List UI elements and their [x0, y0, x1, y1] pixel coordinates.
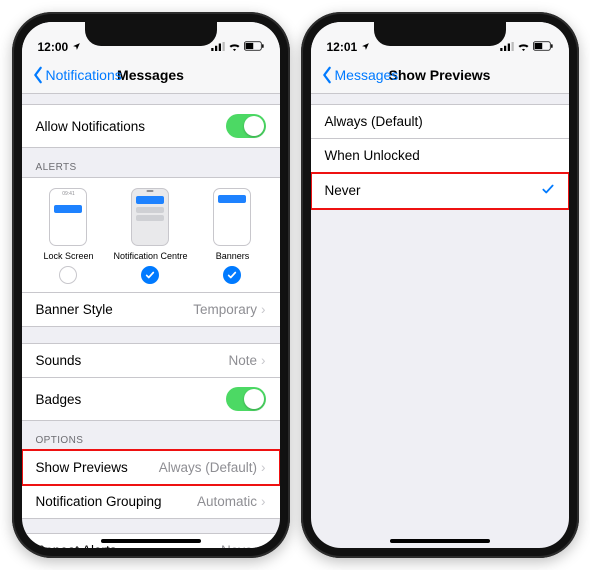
sounds-value: Note — [228, 353, 257, 368]
notch — [374, 22, 506, 46]
location-icon — [72, 40, 81, 54]
badges-toggle[interactable] — [226, 387, 266, 411]
content: Allow Notifications ALERTS 09:41 Lock Sc… — [22, 94, 280, 548]
chevron-right-icon: › — [261, 543, 266, 548]
show-previews-value: Always (Default) — [159, 460, 257, 475]
signal-icon — [211, 40, 225, 54]
alert-centre-radio[interactable] — [141, 266, 159, 284]
phone-right: 12:01 Messages — [301, 12, 579, 558]
chevron-right-icon: › — [261, 302, 266, 317]
chevron-right-icon: › — [261, 494, 266, 509]
option-never-label: Never — [325, 183, 361, 198]
grouping-value: Automatic — [197, 494, 257, 509]
allow-toggle[interactable] — [226, 114, 266, 138]
status-time: 12:01 — [327, 40, 358, 54]
alerts-row: 09:41 Lock Screen Notification Centre — [22, 177, 280, 293]
back-label: Notifications — [46, 67, 122, 83]
option-unlocked-label: When Unlocked — [325, 148, 420, 163]
wifi-icon — [228, 40, 241, 54]
option-always[interactable]: Always (Default) — [311, 104, 569, 139]
chevron-left-icon — [32, 66, 44, 84]
check-icon — [541, 182, 555, 199]
nav-bar: Notifications Messages — [22, 56, 280, 94]
sounds-label: Sounds — [36, 353, 82, 368]
location-icon — [361, 40, 370, 54]
allow-label: Allow Notifications — [36, 119, 146, 134]
content: Always (Default) When Unlocked Never — [311, 94, 569, 548]
alert-banners[interactable]: Banners — [192, 188, 273, 284]
chevron-left-icon — [321, 66, 333, 84]
notification-grouping-row[interactable]: Notification Grouping Automatic › — [22, 485, 280, 519]
badges-label: Badges — [36, 392, 82, 407]
back-button[interactable]: Messages — [315, 56, 405, 93]
nav-bar: Messages Show Previews — [311, 56, 569, 94]
badges-row[interactable]: Badges — [22, 378, 280, 421]
chevron-right-icon: › — [261, 460, 266, 475]
check-icon — [227, 270, 237, 280]
battery-icon — [533, 40, 553, 54]
show-previews-row[interactable]: Show Previews Always (Default) › — [22, 450, 280, 485]
banner-style-value: Temporary — [193, 302, 257, 317]
thumb-lock-icon: 09:41 — [49, 188, 87, 246]
option-always-label: Always (Default) — [325, 114, 423, 129]
alert-centre-label: Notification Centre — [113, 251, 187, 261]
thumb-centre-icon — [131, 188, 169, 246]
banner-style-label: Banner Style — [36, 302, 113, 317]
option-when-unlocked[interactable]: When Unlocked — [311, 139, 569, 173]
alert-banner-radio[interactable] — [223, 266, 241, 284]
home-indicator — [101, 539, 201, 543]
allow-notifications-row[interactable]: Allow Notifications — [22, 104, 280, 148]
banner-style-row[interactable]: Banner Style Temporary › — [22, 293, 280, 327]
battery-icon — [244, 40, 264, 54]
check-icon — [145, 270, 155, 280]
home-indicator — [390, 539, 490, 543]
thumb-banner-icon — [213, 188, 251, 246]
wifi-icon — [517, 40, 530, 54]
options-header: OPTIONS — [22, 421, 280, 450]
alert-lock-radio[interactable] — [59, 266, 77, 284]
screen-left: 12:00 Notifications — [22, 22, 280, 548]
sounds-row[interactable]: Sounds Note › — [22, 343, 280, 378]
back-button[interactable]: Notifications — [26, 56, 128, 93]
status-time: 12:00 — [38, 40, 69, 54]
show-previews-label: Show Previews — [36, 460, 128, 475]
grouping-label: Notification Grouping — [36, 494, 162, 509]
alert-notification-centre[interactable]: Notification Centre — [110, 188, 191, 284]
screen-right: 12:01 Messages — [311, 22, 569, 548]
alerts-header: ALERTS — [22, 148, 280, 177]
notch — [85, 22, 217, 46]
chevron-right-icon: › — [261, 353, 266, 368]
alert-lock-label: Lock Screen — [43, 251, 93, 261]
repeat-label: Repeat Alerts — [36, 543, 117, 548]
alert-banner-label: Banners — [216, 251, 250, 261]
signal-icon — [500, 40, 514, 54]
phone-left: 12:00 Notifications — [12, 12, 290, 558]
option-never[interactable]: Never — [311, 173, 569, 209]
alert-lock-screen[interactable]: 09:41 Lock Screen — [28, 188, 109, 284]
back-label: Messages — [335, 67, 399, 83]
repeat-value: Never — [221, 543, 257, 548]
